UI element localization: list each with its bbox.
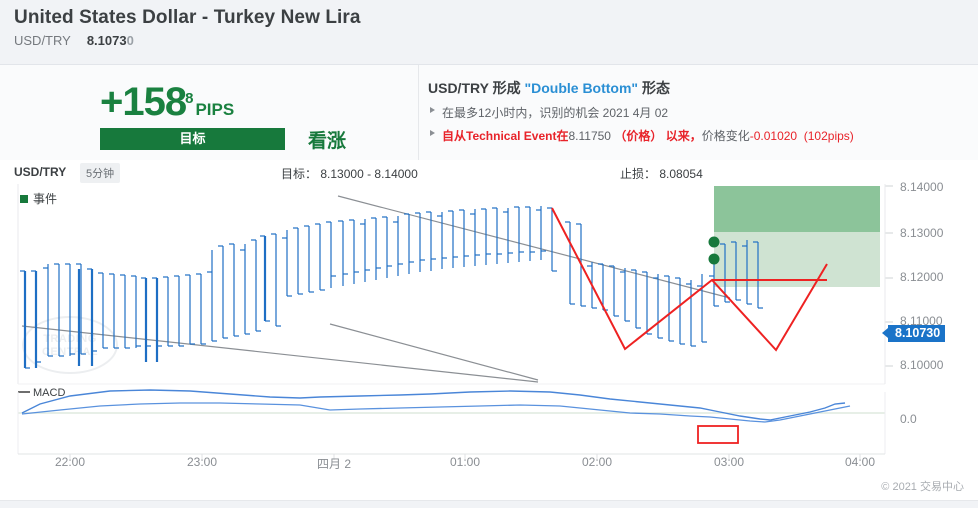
caret-right-icon <box>430 130 435 136</box>
chart-canvas[interactable]: MACD <box>0 176 978 466</box>
y-axis-label-macd-zero: 0.0 <box>900 412 917 426</box>
target-chip: 目标 <box>100 128 285 150</box>
y-axis-label-0: 8.14000 <box>900 180 944 194</box>
entry-zone-band <box>714 232 880 287</box>
current-price-badge: 8.10730 <box>882 325 946 342</box>
event-change-value: -0.01020 <box>749 129 798 143</box>
event-row-opportunity-text: 在最多12小时内，识别的机会 2021 4月 02 <box>442 106 669 120</box>
ohlc-bars <box>20 206 763 369</box>
event-summary: USD/TRY 形成 "Double Bottom" 形态 在最多12小时内，识… <box>428 78 973 144</box>
caret-right-icon <box>430 107 435 113</box>
event-change-label: 价格变化 <box>701 129 750 143</box>
x-axis-label-5: 03:00 <box>713 455 745 469</box>
event-since-price: 8.11750 <box>568 129 611 143</box>
summary-divider <box>418 65 419 160</box>
page-header: United States Dollar - Turkey New Lira U… <box>0 0 978 65</box>
macd-legend-label: MACD <box>33 387 65 399</box>
macd-panel: MACD <box>18 387 885 444</box>
event-since-label: 自从Technical Event在 <box>442 129 569 143</box>
event-headline-prefix: USD/TRY 形成 <box>428 80 525 96</box>
event-row-opportunity: 在最多12小时内，识别的机会 2021 4月 02 <box>428 104 973 121</box>
x-axis-label-0: 22:00 <box>54 455 86 469</box>
x-axis-label-3: 01:00 <box>449 455 481 469</box>
event-pattern-name: "Double Bottom" <box>524 80 639 96</box>
target-dot-upper <box>708 236 720 248</box>
y-axis-label-4: 8.10000 <box>900 358 944 372</box>
chart-page: United States Dollar - Turkey New Lira U… <box>0 0 978 508</box>
instrument-symbol: USD/TRY <box>14 33 71 48</box>
instrument-summary: USD/TRY 8.10730 <box>14 33 134 48</box>
page-title: United States Dollar - Turkey New Lira <box>14 7 361 28</box>
price-chart[interactable]: MACD <box>0 176 978 466</box>
event-row-change: 自从Technical Event在8.11750 （价格） 以来，价格变化-0… <box>428 127 973 144</box>
instrument-price: 8.10730 <box>87 33 134 48</box>
y-axis-label-2: 8.12000 <box>900 270 944 284</box>
instrument-price-tail: 0 <box>126 33 134 48</box>
lower-trendline-2 <box>329 323 539 381</box>
pips-value-fraction: 8 <box>185 89 194 107</box>
target-dot-lower <box>708 253 720 265</box>
price-badge-pointer <box>882 328 888 338</box>
upper-trendline <box>337 195 731 299</box>
x-axis-label-1: 23:00 <box>186 455 218 469</box>
macd-line <box>21 389 846 421</box>
event-change-pips: (102pips) <box>803 129 854 143</box>
current-price-value: 8.10730 <box>895 326 941 340</box>
x-axis-label-2: 四月 2 <box>316 457 352 471</box>
macd-signal-box <box>697 425 739 444</box>
pips-value-line: +1588PIPS <box>100 80 400 124</box>
lower-trendline-1 <box>21 325 539 383</box>
x-axis-label-6: 04:00 <box>844 455 876 469</box>
copyright-notice: © 2021 交易中心 <box>881 481 964 493</box>
x-axis-label-4: 02:00 <box>581 455 613 469</box>
direction-label: 看涨 <box>308 131 347 152</box>
event-headline-suffix: 形态 <box>638 80 670 96</box>
event-headline: USD/TRY 形成 "Double Bottom" 形态 <box>428 78 973 98</box>
pips-value: +158 <box>100 80 187 124</box>
event-price-tag: （价格） <box>614 129 663 143</box>
event-since-suffix: 以来， <box>665 129 702 143</box>
pips-summary: +1588PIPS 目标 看涨 <box>100 80 400 160</box>
y-axis-label-1: 8.13000 <box>900 226 944 240</box>
pips-unit-label: PIPS <box>195 100 235 119</box>
target-zone-band <box>714 186 880 232</box>
instrument-price-main: 8.1073 <box>86 33 127 48</box>
